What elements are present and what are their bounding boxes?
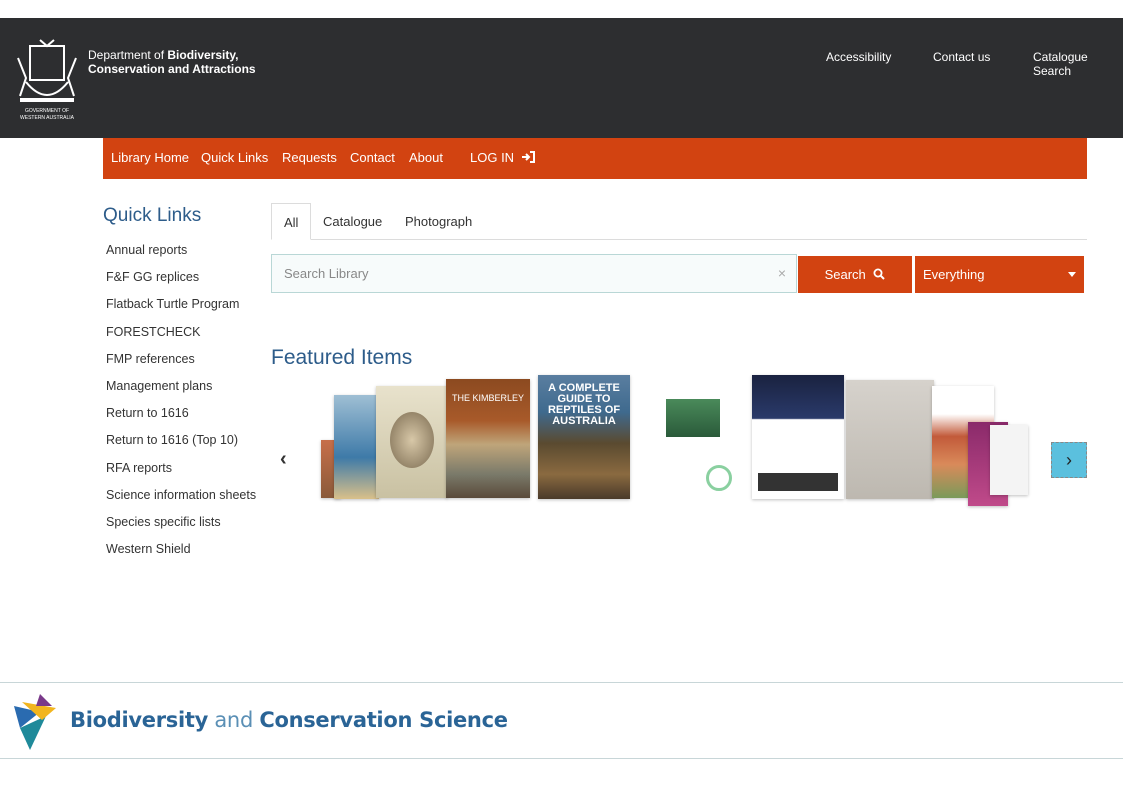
svg-text:GOVERNMENT OF: GOVERNMENT OF	[25, 108, 69, 114]
book-cover[interactable]	[846, 380, 934, 499]
carousel-next-button[interactable]: ›	[1051, 442, 1087, 478]
search-scope-select[interactable]: Everything	[915, 256, 1084, 293]
search-button-label: Search	[824, 267, 866, 282]
dept-name-line2: Conservation and Attractions	[88, 62, 256, 76]
quick-link-forestcheck[interactable]: FORESTCHECK	[106, 319, 256, 346]
dept-name-bold: Biodiversity,	[167, 48, 239, 62]
tab-photograph[interactable]: Photograph	[405, 203, 472, 240]
nav-about[interactable]: About	[409, 150, 443, 165]
tab-all[interactable]: All	[271, 203, 312, 240]
catalogue-search-link[interactable]: Catalogue Search	[1033, 50, 1123, 78]
quick-link-management-plans[interactable]: Management plans	[106, 373, 256, 400]
main-nav: Library Home Quick Links Requests Contac…	[103, 138, 1087, 179]
bcs-logo-icon[interactable]	[10, 692, 62, 752]
book-cover[interactable]: A COMPLETE GUIDE TO REPTILES OF AUSTRALI…	[538, 375, 630, 499]
search-scope-value: Everything	[923, 267, 985, 282]
bcs-brand-name[interactable]: Biodiversity and Conservation Science	[70, 708, 508, 732]
portrait-image	[390, 412, 434, 468]
site-header: GOVERNMENT OF WESTERN AUSTRALIA Departme…	[0, 18, 1123, 138]
quick-link-species-lists[interactable]: Species specific lists	[106, 509, 256, 536]
quick-link-ff-gg-replices[interactable]: F&F GG replices	[106, 264, 256, 291]
dept-name-prefix: Department of	[88, 48, 168, 62]
search-box: ×	[271, 254, 797, 293]
contact-us-link[interactable]: Contact us	[933, 50, 990, 64]
nav-contact[interactable]: Contact	[350, 150, 395, 165]
brand-part-and: and	[207, 708, 260, 732]
footer-divider-top	[0, 682, 1123, 683]
search-input[interactable]	[272, 255, 762, 292]
sign-in-icon	[521, 151, 535, 163]
quick-link-fmp-references[interactable]: FMP references	[106, 346, 256, 373]
carousel-prev-button[interactable]: ‹	[280, 448, 287, 471]
book-cover[interactable]	[376, 386, 448, 498]
tab-catalogue[interactable]: Catalogue	[323, 203, 382, 240]
brand-part-1: Biodiversity	[70, 708, 208, 732]
quick-link-rfa-reports[interactable]: RFA reports	[106, 455, 256, 482]
quick-link-western-shield[interactable]: Western Shield	[106, 536, 256, 563]
quick-link-flatback-turtle[interactable]: Flatback Turtle Program	[106, 291, 256, 318]
circle-logo-icon	[706, 465, 732, 491]
book-cover[interactable]	[334, 395, 379, 499]
book-cover[interactable]	[752, 375, 844, 499]
footer-divider-bottom	[0, 758, 1123, 759]
accessibility-link[interactable]: Accessibility	[826, 50, 891, 64]
nav-login[interactable]: LOG IN	[470, 150, 535, 165]
search-button[interactable]: Search	[798, 256, 912, 293]
department-name[interactable]: Department of Biodiversity, Conservation…	[88, 48, 268, 76]
svg-text:WESTERN AUSTRALIA: WESTERN AUSTRALIA	[20, 115, 75, 121]
clear-search-button[interactable]: ×	[778, 265, 786, 281]
book-title: A COMPLETE GUIDE TO REPTILES OF AUSTRALI…	[547, 382, 621, 427]
quick-link-return-1616-top10[interactable]: Return to 1616 (Top 10)	[106, 427, 256, 454]
quick-links-list: Annual reports F&F GG replices Flatback …	[106, 237, 256, 563]
login-label: LOG IN	[470, 150, 515, 165]
quick-link-annual-reports[interactable]: Annual reports	[106, 237, 256, 264]
brand-part-2: Conservation Science	[259, 708, 508, 732]
nav-quick-links[interactable]: Quick Links	[201, 150, 268, 165]
cover-photo	[666, 399, 720, 437]
book-cover[interactable]	[990, 425, 1028, 495]
book-cover[interactable]: THE KIMBERLEY	[446, 379, 530, 498]
nav-requests[interactable]: Requests	[282, 150, 337, 165]
search-tabs: All Catalogue Photograph	[271, 203, 1087, 240]
nav-library-home[interactable]: Library Home	[111, 150, 189, 165]
quick-link-return-1616[interactable]: Return to 1616	[106, 400, 256, 427]
book-title: THE KIMBERLEY	[451, 393, 525, 403]
chevron-down-icon	[1068, 272, 1076, 277]
book-cover[interactable]	[654, 383, 736, 497]
quick-links-heading: Quick Links	[103, 205, 202, 226]
cover-strip	[758, 473, 838, 491]
quick-link-science-sheets[interactable]: Science information sheets	[106, 482, 256, 509]
search-icon	[873, 268, 886, 280]
featured-items-heading: Featured Items	[271, 346, 413, 369]
government-crest-icon[interactable]: GOVERNMENT OF WESTERN AUSTRALIA	[12, 38, 82, 126]
